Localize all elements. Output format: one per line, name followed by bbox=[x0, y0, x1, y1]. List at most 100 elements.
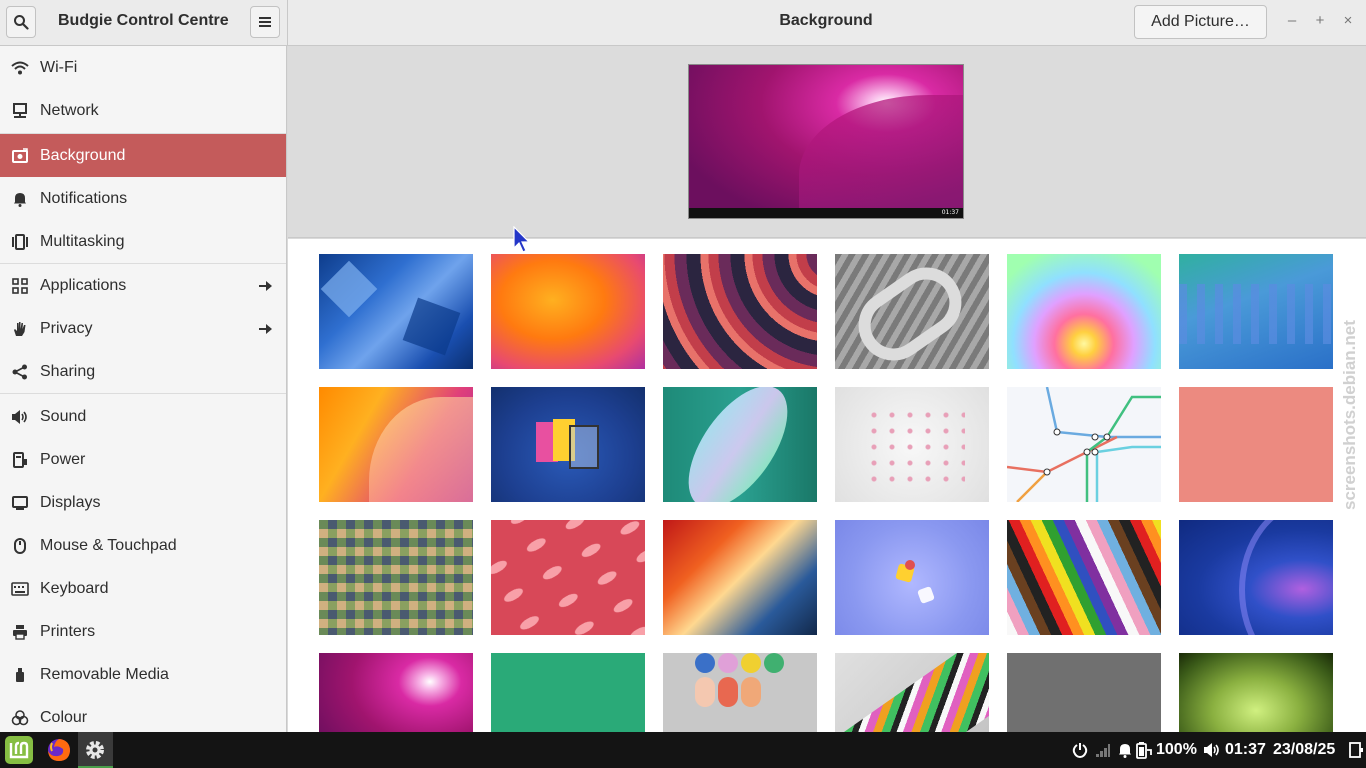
show-desktop-icon[interactable] bbox=[1349, 742, 1363, 758]
search-icon bbox=[14, 15, 29, 30]
notifications-bell-icon[interactable] bbox=[1118, 742, 1132, 758]
clock-date[interactable]: 23/08/25 bbox=[1273, 741, 1335, 759]
wallpaper-thumbnail[interactable] bbox=[1179, 254, 1333, 369]
sidebar-item-notifications[interactable]: Notifications bbox=[0, 177, 286, 220]
thumb-shape bbox=[1179, 284, 1333, 344]
wallpaper-thumbnail[interactable] bbox=[319, 520, 473, 635]
network-icon bbox=[11, 102, 29, 120]
maximize-button[interactable]: + bbox=[1312, 12, 1328, 30]
sidebar-item-keyboard[interactable]: Keyboard bbox=[0, 567, 286, 610]
sidebar-item-sharing[interactable]: Sharing bbox=[0, 350, 286, 393]
preview-wave bbox=[799, 95, 963, 218]
wallpaper-thumbnail[interactable] bbox=[835, 254, 989, 369]
thumb-shape bbox=[764, 653, 784, 673]
thumb-shape bbox=[491, 520, 645, 635]
sidebar-item-label: Sound bbox=[40, 407, 87, 425]
wallpaper-thumbnail[interactable] bbox=[1007, 653, 1161, 732]
wallpaper-thumbnail[interactable] bbox=[835, 653, 989, 732]
thumb-shape bbox=[569, 425, 599, 469]
search-button[interactable] bbox=[6, 6, 36, 38]
thumb-shape bbox=[917, 586, 935, 604]
sidebar-item-label: Mouse & Touchpad bbox=[40, 536, 177, 554]
wallpaper-thumbnail[interactable] bbox=[1179, 520, 1333, 635]
wallpaper-thumbnail[interactable] bbox=[1179, 387, 1333, 502]
sidebar-item-sound[interactable]: Sound bbox=[0, 395, 286, 438]
sidebar-item-label: Printers bbox=[40, 622, 96, 640]
battery-icon[interactable] bbox=[1135, 741, 1153, 759]
network-signal-icon[interactable] bbox=[1095, 742, 1111, 758]
add-picture-button[interactable]: Add Picture… bbox=[1134, 5, 1267, 39]
wifi-icon bbox=[11, 59, 29, 77]
sidebar-item-label: Notifications bbox=[40, 189, 128, 207]
wallpaper-thumbnail[interactable] bbox=[835, 520, 989, 635]
apps-grid-icon bbox=[11, 277, 29, 295]
sidebar: Wi-Fi Network Background Notifications M… bbox=[0, 46, 287, 732]
sidebar-item-label: Privacy bbox=[40, 319, 93, 337]
wallpaper-thumbnail[interactable] bbox=[1007, 254, 1161, 369]
submenu-arrow-icon bbox=[259, 280, 272, 291]
background-icon bbox=[11, 147, 29, 165]
share-icon bbox=[11, 363, 29, 381]
wallpaper-thumbnail[interactable] bbox=[491, 520, 645, 635]
sidebar-item-mouse[interactable]: Mouse & Touchpad bbox=[0, 524, 286, 567]
preview-panel: 01:37 bbox=[689, 208, 963, 218]
multitasking-icon bbox=[11, 233, 29, 251]
power-icon[interactable] bbox=[1072, 742, 1088, 758]
wallpaper-grid bbox=[288, 239, 1366, 732]
hand-icon bbox=[11, 320, 29, 338]
sidebar-item-removable-media[interactable]: Removable Media bbox=[0, 653, 286, 696]
bell-icon bbox=[11, 190, 29, 208]
clock-time[interactable]: 01:37 bbox=[1225, 741, 1266, 759]
speaker-icon bbox=[11, 408, 29, 426]
minimize-button[interactable]: – bbox=[1284, 12, 1300, 30]
sidebar-item-displays[interactable]: Displays bbox=[0, 481, 286, 524]
gear-icon bbox=[86, 741, 104, 759]
wallpaper-thumbnail[interactable] bbox=[319, 387, 473, 502]
wallpaper-thumbnail[interactable] bbox=[1007, 520, 1161, 635]
sidebar-item-colour[interactable]: Colour bbox=[0, 696, 286, 732]
wallpaper-thumbnail[interactable] bbox=[663, 653, 817, 732]
firefox-launcher[interactable] bbox=[42, 734, 76, 766]
close-button[interactable]: × bbox=[1340, 12, 1356, 30]
main-menu-button[interactable] bbox=[250, 6, 280, 38]
wallpaper-thumbnail[interactable] bbox=[491, 254, 645, 369]
mouse-icon bbox=[11, 537, 29, 555]
wallpaper-thumbnail[interactable] bbox=[319, 254, 473, 369]
thumb-shape bbox=[402, 297, 461, 356]
wallpaper-thumbnail[interactable] bbox=[1179, 653, 1333, 732]
wallpaper-thumbnail[interactable] bbox=[491, 387, 645, 502]
sidebar-header: Budgie Control Centre bbox=[0, 0, 288, 45]
sidebar-item-label: Network bbox=[40, 101, 99, 119]
sidebar-item-power[interactable]: Power bbox=[0, 438, 286, 481]
sidebar-item-label: Power bbox=[40, 450, 86, 468]
thumb-shape bbox=[695, 653, 715, 673]
sidebar-item-background[interactable]: Background bbox=[0, 134, 286, 177]
background-preview-area: 01:37 bbox=[288, 46, 1366, 238]
wallpaper-thumbnail[interactable] bbox=[663, 254, 817, 369]
wallpaper-thumbnail[interactable] bbox=[663, 520, 817, 635]
thumb-shape bbox=[695, 677, 715, 707]
wallpaper-thumbnail[interactable] bbox=[835, 387, 989, 502]
sidebar-item-printers[interactable]: Printers bbox=[0, 610, 286, 653]
wallpaper-thumbnail[interactable] bbox=[319, 653, 473, 732]
printer-icon bbox=[11, 623, 29, 641]
keyboard-icon bbox=[11, 580, 29, 598]
volume-icon[interactable] bbox=[1203, 742, 1221, 758]
display-icon bbox=[11, 494, 29, 512]
usb-icon bbox=[11, 666, 29, 684]
control-centre-taskbar-button[interactable] bbox=[78, 734, 112, 766]
power-plug-icon bbox=[11, 451, 29, 469]
transit-map-graphic bbox=[1007, 387, 1161, 502]
wallpaper-thumbnail[interactable] bbox=[1007, 387, 1161, 502]
thumb-shape bbox=[718, 653, 738, 673]
sidebar-item-label: Sharing bbox=[40, 362, 96, 380]
sidebar-item-privacy[interactable]: Privacy bbox=[0, 307, 286, 350]
sidebar-item-network[interactable]: Network bbox=[0, 89, 286, 132]
thumb-shape bbox=[1239, 520, 1333, 635]
menu-launcher-button[interactable] bbox=[2, 734, 36, 766]
sidebar-item-multitasking[interactable]: Multitasking bbox=[0, 220, 286, 263]
wallpaper-thumbnail[interactable] bbox=[663, 387, 817, 502]
wallpaper-thumbnail[interactable] bbox=[491, 653, 645, 732]
sidebar-item-applications[interactable]: Applications bbox=[0, 264, 286, 307]
sidebar-item-wifi[interactable]: Wi-Fi bbox=[0, 46, 286, 89]
